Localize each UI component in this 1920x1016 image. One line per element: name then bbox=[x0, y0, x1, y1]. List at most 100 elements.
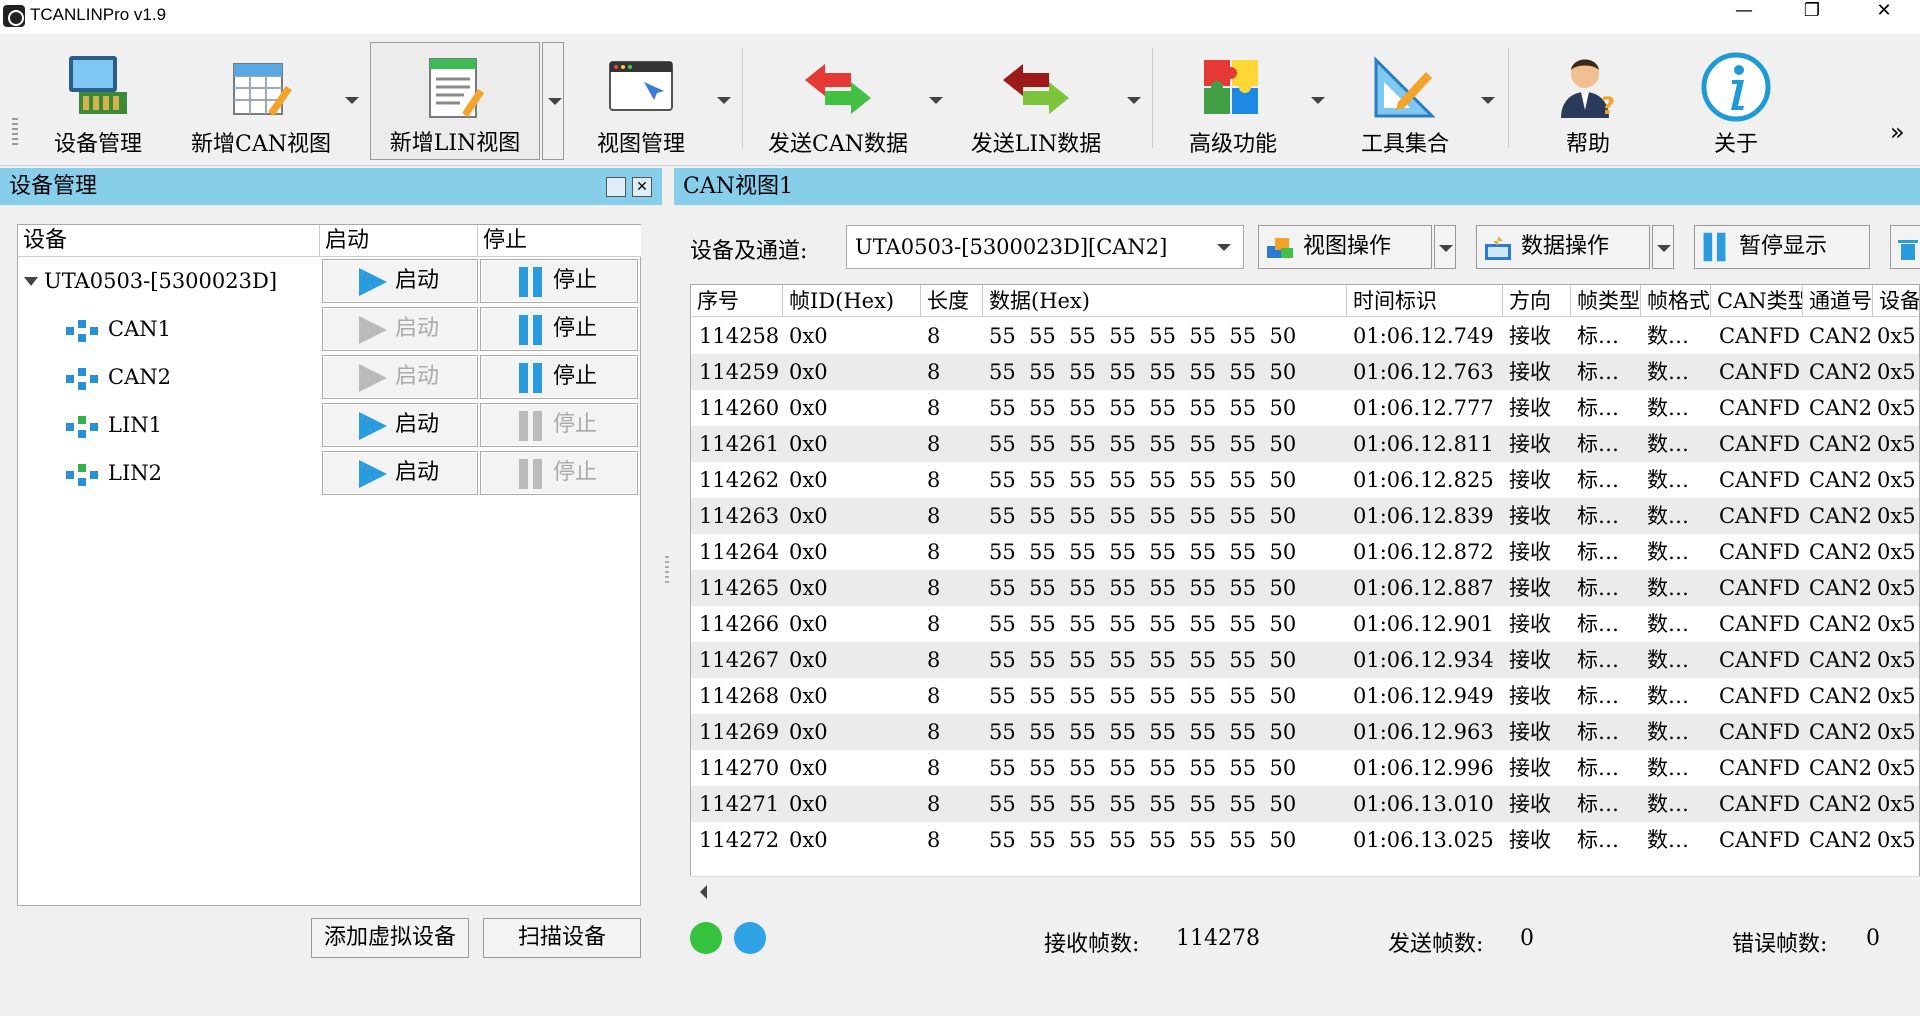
start-button[interactable]: 启动 bbox=[322, 355, 478, 399]
column-header[interactable]: 通道号 bbox=[1803, 285, 1873, 317]
tools-dropdown[interactable] bbox=[1476, 42, 1498, 160]
table-row[interactable]: 114272 0x0 8 55 55 55 55 55 55 55 50 01:06.1… bbox=[691, 822, 1919, 858]
stop-button[interactable]: 停止 bbox=[480, 355, 638, 399]
toolbar-device-manager-button[interactable]: 设备管理 bbox=[38, 42, 158, 160]
close-button[interactable]: ✕ bbox=[1860, 0, 1908, 34]
column-header[interactable]: 序号 bbox=[691, 285, 783, 317]
table-row[interactable]: 114262 0x0 8 55 55 55 55 55 55 55 50 01:06.1… bbox=[691, 462, 1919, 498]
data-ops-button[interactable]: 数据操作 bbox=[1476, 225, 1650, 269]
cell-row-index: 114258 bbox=[699, 324, 780, 348]
toolbar-send-lin-button[interactable]: 发送LIN数据 bbox=[956, 42, 1116, 160]
view-ops-button[interactable]: 视图操作 bbox=[1258, 225, 1432, 269]
cell-frame-id: 0x0 bbox=[789, 504, 828, 528]
close-panel-icon[interactable]: ✕ bbox=[632, 177, 652, 197]
cell-length: 8 bbox=[927, 468, 941, 492]
send-can-icon bbox=[805, 64, 871, 114]
toolbar-view-manager-button[interactable]: 视图管理 bbox=[576, 42, 706, 160]
cell-frame-format: 数… bbox=[1647, 648, 1689, 672]
device-tree-item-uta0503[interactable]: UTA0503-[5300023D] bbox=[18, 259, 318, 303]
channel-select[interactable]: UTA0503-[5300023D][CAN2] bbox=[846, 225, 1244, 269]
cell-direction: 接收 bbox=[1509, 468, 1551, 492]
cell-row-index: 114267 bbox=[699, 648, 780, 672]
cell-timestamp: 01:06.12.825 bbox=[1353, 468, 1494, 492]
table-row[interactable]: 114267 0x0 8 55 55 55 55 55 55 55 50 01:06.1… bbox=[691, 642, 1919, 678]
cell-channel: CAN2 bbox=[1809, 576, 1872, 600]
table-row[interactable]: 114264 0x0 8 55 55 55 55 55 55 55 50 01:06.1… bbox=[691, 534, 1919, 570]
column-header-stop[interactable]: 停止 bbox=[478, 225, 641, 257]
toolbar-tools-button[interactable]: 工具集合 bbox=[1340, 42, 1470, 160]
horizontal-scrollbar[interactable] bbox=[690, 876, 1920, 904]
table-row[interactable]: 114271 0x0 8 55 55 55 55 55 55 55 50 01:06.1… bbox=[691, 786, 1919, 822]
stop-button[interactable]: 停止 bbox=[480, 451, 638, 495]
device-tree-item-can1[interactable]: CAN1 bbox=[18, 307, 318, 351]
cell-frame-type: 标… bbox=[1577, 648, 1619, 672]
advanced-dropdown[interactable] bbox=[1306, 42, 1328, 160]
minimize-button[interactable]: — bbox=[1720, 0, 1768, 34]
cell-row-index: 114263 bbox=[699, 504, 780, 528]
table-row[interactable]: 114270 0x0 8 55 55 55 55 55 55 55 50 01:06.1… bbox=[691, 750, 1919, 786]
stop-button[interactable]: 停止 bbox=[480, 403, 638, 447]
start-button[interactable]: 启动 bbox=[322, 259, 478, 303]
toolbar-grip[interactable] bbox=[12, 118, 18, 148]
table-row[interactable]: 114260 0x0 8 55 55 55 55 55 55 55 50 01:06.1… bbox=[691, 390, 1919, 426]
view-manager-dropdown[interactable] bbox=[712, 42, 734, 160]
new-lin-view-dropdown[interactable] bbox=[542, 42, 564, 160]
cell-direction: 接收 bbox=[1509, 720, 1551, 744]
table-row[interactable]: 114263 0x0 8 55 55 55 55 55 55 55 50 01:06.1… bbox=[691, 498, 1919, 534]
table-row[interactable]: 114261 0x0 8 55 55 55 55 55 55 55 50 01:06.1… bbox=[691, 426, 1919, 462]
pause-display-button[interactable]: 暂停显示 bbox=[1694, 225, 1870, 269]
column-header[interactable]: 时间标识 bbox=[1347, 285, 1503, 317]
expand-arrow-icon[interactable] bbox=[24, 277, 38, 286]
column-header[interactable]: 长度 bbox=[921, 285, 983, 317]
column-header[interactable]: 帧ID(Hex) bbox=[783, 285, 921, 317]
clear-button[interactable] bbox=[1890, 225, 1920, 269]
restore-button[interactable]: ❐ bbox=[1788, 0, 1836, 34]
cell-can-type: CANFD bbox=[1719, 540, 1801, 564]
device-tree-item-lin2[interactable]: LIN2 bbox=[18, 451, 318, 495]
table-row[interactable]: 114258 0x0 8 55 55 55 55 55 55 55 50 01:06.1… bbox=[691, 318, 1919, 354]
toolbar-overflow-button[interactable]: » bbox=[1890, 118, 1905, 146]
toolbar-about-button[interactable]: 关于 bbox=[1676, 42, 1796, 160]
add-virtual-device-button[interactable]: 添加虚拟设备 bbox=[311, 918, 469, 958]
stop-button[interactable]: 停止 bbox=[480, 307, 638, 351]
cell-frame-id: 0x0 bbox=[789, 756, 828, 780]
table-row[interactable]: 114266 0x0 8 55 55 55 55 55 55 55 50 01:06.1… bbox=[691, 606, 1919, 642]
new-can-view-dropdown[interactable] bbox=[340, 42, 362, 160]
float-panel-icon[interactable] bbox=[606, 177, 626, 197]
table-row[interactable]: 114269 0x0 8 55 55 55 55 55 55 55 50 01:06.1… bbox=[691, 714, 1919, 750]
toolbar-send-can-button[interactable]: 发送CAN数据 bbox=[758, 42, 918, 160]
device-tree-item-lin1[interactable]: LIN1 bbox=[18, 403, 318, 447]
column-header[interactable]: 设备 bbox=[1873, 285, 1919, 317]
start-button[interactable]: 启动 bbox=[322, 451, 478, 495]
view-ops-dropdown[interactable] bbox=[1434, 225, 1456, 269]
cell-data-hex: 55 55 55 55 55 55 55 50 bbox=[989, 468, 1297, 492]
data-ops-dropdown[interactable] bbox=[1652, 225, 1674, 269]
table-row[interactable]: 114259 0x0 8 55 55 55 55 55 55 55 50 01:06.1… bbox=[691, 354, 1919, 390]
cell-frame-type: 标… bbox=[1577, 684, 1619, 708]
toolbar-new-lin-view-button[interactable]: 新增LIN视图 bbox=[370, 42, 540, 160]
start-button[interactable]: 启动 bbox=[322, 403, 478, 447]
column-header[interactable]: 帧格式 bbox=[1641, 285, 1711, 317]
cell-can-type: CANFD bbox=[1719, 324, 1801, 348]
start-button[interactable]: 启动 bbox=[322, 307, 478, 351]
column-header[interactable]: 帧类型 bbox=[1571, 285, 1641, 317]
splitter-handle[interactable] bbox=[665, 556, 669, 586]
tx-count-label: 发送帧数: bbox=[1388, 932, 1484, 957]
send-can-dropdown[interactable] bbox=[924, 42, 946, 160]
stop-button[interactable]: 停止 bbox=[480, 259, 638, 303]
scan-devices-button[interactable]: 扫描设备 bbox=[483, 918, 641, 958]
toolbar-advanced-button[interactable]: 高级功能 bbox=[1168, 42, 1298, 160]
column-header[interactable]: 方向 bbox=[1503, 285, 1571, 317]
table-row[interactable]: 114265 0x0 8 55 55 55 55 55 55 55 50 01:06.1… bbox=[691, 570, 1919, 606]
column-header-start[interactable]: 启动 bbox=[320, 225, 478, 257]
table-row[interactable]: 114268 0x0 8 55 55 55 55 55 55 55 50 01:06.1… bbox=[691, 678, 1919, 714]
column-header-device[interactable]: 设备 bbox=[18, 225, 320, 257]
send-lin-dropdown[interactable] bbox=[1122, 42, 1144, 160]
column-header[interactable]: 数据(Hex) bbox=[983, 285, 1347, 317]
cell-can-type: CANFD bbox=[1719, 828, 1801, 852]
column-header[interactable]: CAN类型 bbox=[1711, 285, 1803, 317]
toolbar-new-can-view-button[interactable]: 新增CAN视图 bbox=[186, 42, 336, 160]
device-tree-item-can2[interactable]: CAN2 bbox=[18, 355, 318, 399]
toolbar-help-button[interactable]: ? 帮助 bbox=[1528, 42, 1648, 160]
toolbar-send-can-label: 发送CAN数据 bbox=[768, 132, 908, 157]
